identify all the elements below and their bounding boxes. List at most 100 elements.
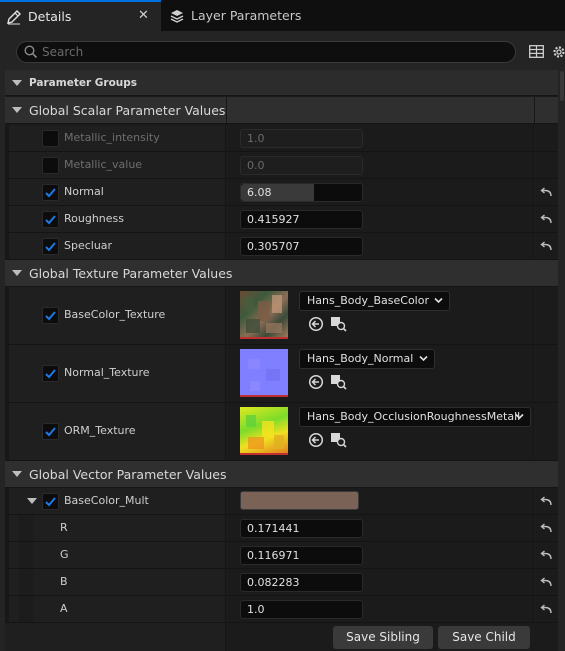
browse-asset-icon[interactable] <box>330 316 347 332</box>
reset-arrow-icon[interactable] <box>540 550 553 561</box>
param-name: BaseColor_Mult <box>64 494 149 507</box>
param-name: BaseColor_Texture <box>64 308 166 321</box>
use-selected-asset-icon[interactable] <box>308 316 324 332</box>
tab-layer-parameters[interactable]: Layer Parameters <box>163 0 343 31</box>
channel-name: A <box>60 602 68 615</box>
reset-arrow-icon[interactable] <box>540 604 553 615</box>
scalar-section-title: Global Scalar Parameter Values <box>29 102 226 118</box>
scalar-section-header[interactable]: Global Scalar Parameter Values <box>5 97 558 124</box>
param-name: ORM_Texture <box>64 424 136 437</box>
enable-checkbox[interactable] <box>42 493 59 510</box>
close-icon[interactable]: ✕ <box>138 8 149 23</box>
checkmark-icon <box>45 188 56 198</box>
texture-asset-dropdown[interactable]: Hans_Body_OcclusionRoughnessMetall <box>299 407 531 427</box>
param-name: Roughness <box>64 212 125 225</box>
reset-arrow-icon[interactable] <box>540 241 553 252</box>
gear-icon[interactable] <box>551 44 565 60</box>
channel-row-r: R 0.171441 <box>5 515 558 542</box>
enable-checkbox[interactable] <box>42 211 59 228</box>
texture-asset-dropdown[interactable]: Hans_Body_Normal <box>299 349 435 369</box>
checkmark-icon <box>45 369 56 379</box>
value-field[interactable]: 0.171441 <box>240 519 363 538</box>
value-field[interactable]: 0.305707 <box>240 237 363 256</box>
use-selected-asset-icon[interactable] <box>308 432 324 448</box>
chevron-down-icon <box>12 107 22 113</box>
reset-arrow-icon[interactable] <box>540 187 553 198</box>
checkmark-icon <box>45 242 56 252</box>
texture-row-orm: ORM_Texture Hans_Body_OcclusionRoughness… <box>5 403 558 461</box>
enable-checkbox[interactable] <box>42 365 59 382</box>
param-name: Normal <box>64 185 104 198</box>
checkmark-icon <box>45 427 56 437</box>
chevron-down-icon <box>434 297 443 304</box>
checkmark-icon <box>45 497 56 507</box>
value-field[interactable]: 0.0 <box>240 156 363 175</box>
chevron-down-icon[interactable] <box>27 498 37 504</box>
table-view-icon[interactable] <box>529 45 544 58</box>
property-grid: Parameter Groups Global Scalar Parameter… <box>5 70 558 651</box>
value-field[interactable]: 0.116971 <box>240 546 363 565</box>
enable-checkbox[interactable] <box>42 130 59 147</box>
param-name: Metallic_value <box>64 158 143 171</box>
reset-arrow-icon[interactable] <box>540 214 553 225</box>
orm-texture-thumbnail[interactable] <box>240 407 288 455</box>
browse-asset-icon[interactable] <box>330 374 347 390</box>
enable-checkbox[interactable] <box>42 157 59 174</box>
scalar-row-metallic-intensity: Metallic_intensity 1.0 <box>5 125 558 152</box>
value-field[interactable]: 1.0 <box>240 600 363 619</box>
param-name: Normal_Texture <box>64 366 150 379</box>
search-box[interactable] <box>16 41 516 63</box>
vector-section-title: Global Vector Parameter Values <box>29 466 227 482</box>
pencil-icon <box>6 9 22 25</box>
enable-checkbox[interactable] <box>42 423 59 440</box>
checkmark-icon <box>45 311 56 321</box>
search-icon <box>24 45 38 59</box>
value-field[interactable]: 0.415927 <box>240 210 363 229</box>
search-row <box>0 35 565 67</box>
scalar-row-specluar: Specluar 0.305707 <box>5 233 558 260</box>
search-input[interactable] <box>42 44 502 60</box>
reset-arrow-icon[interactable] <box>540 523 553 534</box>
basecolor-texture-thumbnail[interactable] <box>240 291 288 339</box>
texture-asset-dropdown[interactable]: Hans_Body_BaseColor <box>299 291 450 311</box>
texture-section-header[interactable]: Global Texture Parameter Values <box>5 260 558 287</box>
chevron-down-icon <box>12 79 22 86</box>
enable-checkbox[interactable] <box>42 238 59 255</box>
vector-section-header[interactable]: Global Vector Parameter Values <box>5 461 558 488</box>
channel-row-b: B 0.082283 <box>5 569 558 596</box>
footer-bar: Save Sibling Save Child <box>5 623 558 651</box>
scalar-row-roughness: Roughness 0.415927 <box>5 206 558 233</box>
scrollbar-thumb[interactable] <box>560 71 564 101</box>
channel-row-g: G 0.116971 <box>5 542 558 569</box>
chevron-down-icon <box>419 355 428 362</box>
parameter-groups-label: Parameter Groups <box>29 76 138 89</box>
checkmark-icon <box>45 215 56 225</box>
parameter-groups-header[interactable]: Parameter Groups <box>5 70 558 96</box>
param-name: Specluar <box>64 239 113 252</box>
color-swatch[interactable] <box>240 491 359 510</box>
texture-row-basecolor: BaseColor_Texture Hans_Body_BaseColor <box>5 287 558 345</box>
normal-texture-thumbnail[interactable] <box>240 349 288 397</box>
tab-details[interactable]: Details ✕ <box>0 0 161 31</box>
tab-layer-parameters-label: Layer Parameters <box>191 8 302 23</box>
chevron-down-icon <box>12 270 22 276</box>
use-selected-asset-icon[interactable] <box>308 374 324 390</box>
value-slider[interactable]: 6.08 <box>240 183 363 202</box>
channel-name: G <box>60 548 69 561</box>
scalar-row-metallic-value: Metallic_value 0.0 <box>5 152 558 179</box>
chevron-down-icon <box>515 413 524 420</box>
param-name: Metallic_intensity <box>64 131 160 144</box>
save-sibling-button[interactable]: Save Sibling <box>333 626 433 649</box>
vector-row-basecolor-mult: BaseColor_Mult <box>5 488 558 515</box>
value-field[interactable]: 1.0 <box>240 129 363 148</box>
value-field[interactable]: 0.082283 <box>240 573 363 592</box>
texture-row-normal: Normal_Texture Hans_Body_Normal <box>5 345 558 403</box>
reset-arrow-icon[interactable] <box>540 496 553 507</box>
enable-checkbox[interactable] <box>42 184 59 201</box>
reset-arrow-icon[interactable] <box>540 577 553 588</box>
chevron-down-icon <box>12 471 22 477</box>
enable-checkbox[interactable] <box>42 307 59 324</box>
save-child-button[interactable]: Save Child <box>438 626 530 649</box>
tab-details-label: Details <box>28 9 72 24</box>
browse-asset-icon[interactable] <box>330 432 347 448</box>
